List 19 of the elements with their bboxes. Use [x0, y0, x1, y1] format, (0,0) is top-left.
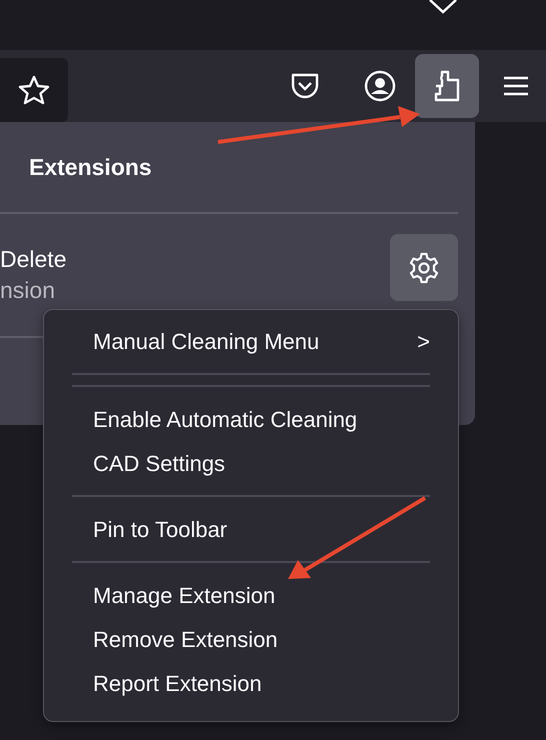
settings-button[interactable] [390, 234, 458, 301]
chevron-icon: > [417, 324, 430, 358]
menu-item[interactable]: CAD Settings [72, 441, 430, 485]
extensions-button[interactable] [415, 54, 479, 118]
gear-icon [408, 252, 440, 284]
star-icon[interactable] [18, 75, 50, 105]
panel-title: Extensions [29, 154, 152, 182]
menu-item[interactable]: Enable Automatic Cleaning [72, 397, 430, 441]
account-icon [364, 70, 396, 102]
extension-subtitle: nsion [0, 276, 56, 305]
menu-item[interactable]: Report Extension [72, 661, 430, 705]
menu-item[interactable]: Pin to Toolbar [72, 507, 430, 551]
pocket-icon [290, 72, 320, 100]
puzzle-icon [433, 70, 461, 102]
extension-name[interactable]: Delete [0, 244, 66, 275]
menu-item[interactable]: Manual Cleaning Menu > [72, 319, 430, 363]
menu-item[interactable]: Manage Extension [72, 573, 430, 617]
menu-icon [503, 76, 529, 96]
menu-item[interactable]: Remove Extension [72, 617, 430, 661]
